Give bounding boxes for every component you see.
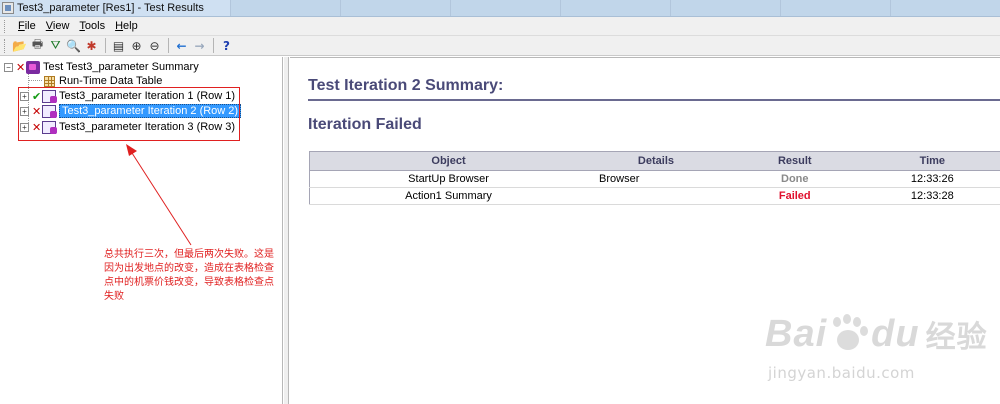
column-header-result: Result xyxy=(724,151,865,171)
cell-time: 12:33:26 xyxy=(864,170,1000,188)
tree-node-label: Test Test3_parameter Summary xyxy=(43,61,199,73)
cell-time: 12:33:28 xyxy=(864,187,1000,205)
print-icon[interactable]: 🖶 xyxy=(29,37,46,54)
menu-bar: File View Tools Help xyxy=(0,17,1000,36)
toolbar-separator xyxy=(168,38,169,53)
help-icon[interactable]: ? xyxy=(218,37,235,54)
annotation-text: 总共执行三次，但最后两次失败。这是因为出发地点的改变，造成在表格检查点中的机票价… xyxy=(104,249,274,302)
baidu-watermark: Bai du 经验 jingyan.baidu.com xyxy=(765,312,990,392)
menu-help[interactable]: Help xyxy=(110,20,143,32)
collapse-toggle[interactable]: − xyxy=(4,62,13,72)
toolbar-separator xyxy=(105,38,106,53)
open-icon[interactable]: 📂 xyxy=(11,37,28,54)
column-header-time: Time xyxy=(864,151,1000,171)
menubar-grip[interactable] xyxy=(4,19,7,33)
cell-object: StartUp Browser xyxy=(309,170,588,188)
tree-node-label: Run-Time Data Table xyxy=(59,75,163,87)
cell-result: Done xyxy=(724,170,865,188)
cell-details xyxy=(587,187,725,205)
pane-splitter[interactable] xyxy=(284,57,289,404)
watermark-url: jingyan.baidu.com xyxy=(768,364,915,382)
baidu-logo: Bai du 经验 xyxy=(765,312,988,356)
data-table-icon xyxy=(44,75,55,87)
cell-details: Browser xyxy=(587,170,725,188)
window-title: Test3_parameter [Res1] - Test Results xyxy=(17,2,204,14)
menu-tools[interactable]: Tools xyxy=(74,20,110,32)
annotation-highlight-box xyxy=(18,87,240,141)
paw-icon xyxy=(829,314,869,354)
tree-connector xyxy=(28,80,42,81)
window-title-bar[interactable]: Test3_parameter [Res1] - Test Results xyxy=(0,0,1000,17)
app-icon xyxy=(2,2,14,14)
zoom-out-icon[interactable]: ⊖ xyxy=(146,37,163,54)
toolbar-separator xyxy=(213,38,214,53)
preview-icon[interactable]: ▤ xyxy=(110,37,127,54)
column-header-object: Object xyxy=(309,151,588,171)
test-summary-icon xyxy=(26,60,40,74)
zoom-in-icon[interactable]: ⊕ xyxy=(128,37,145,54)
filter-icon[interactable]: ⛛ xyxy=(47,37,64,54)
table-row[interactable]: Action1 Summary Failed 12:33:28 xyxy=(309,187,1000,205)
column-header-details: Details xyxy=(587,151,725,171)
iteration-status: Iteration Failed xyxy=(308,116,422,133)
back-arrow-icon[interactable]: ← xyxy=(173,37,190,54)
cell-result: Failed xyxy=(724,187,865,205)
results-tree[interactable]: − ✕ Test Test3_parameter Summary Run-Tim… xyxy=(0,57,283,404)
table-row[interactable]: StartUp Browser Browser Done 12:33:26 xyxy=(309,170,1000,188)
table-header-row: Object Details Result Time xyxy=(309,151,1000,171)
taskbar-tabs xyxy=(230,0,1000,16)
forward-arrow-icon[interactable]: → xyxy=(191,37,208,54)
bug-icon[interactable]: ✱ xyxy=(83,37,100,54)
results-table: Object Details Result Time StartUp Brows… xyxy=(309,151,1000,205)
failed-x-icon: ✕ xyxy=(16,60,26,74)
menu-file[interactable]: File xyxy=(13,20,41,32)
toolbar: 📂 🖶 ⛛ 🔍 ✱ ▤ ⊕ ⊖ ← → ? xyxy=(0,36,1000,56)
toolbar-grip[interactable] xyxy=(4,38,7,53)
menu-view[interactable]: View xyxy=(41,20,75,32)
summary-title: Test Iteration 2 Summary: xyxy=(308,77,1000,101)
cell-object: Action1 Summary xyxy=(309,187,588,205)
find-icon[interactable]: 🔍 xyxy=(65,37,82,54)
